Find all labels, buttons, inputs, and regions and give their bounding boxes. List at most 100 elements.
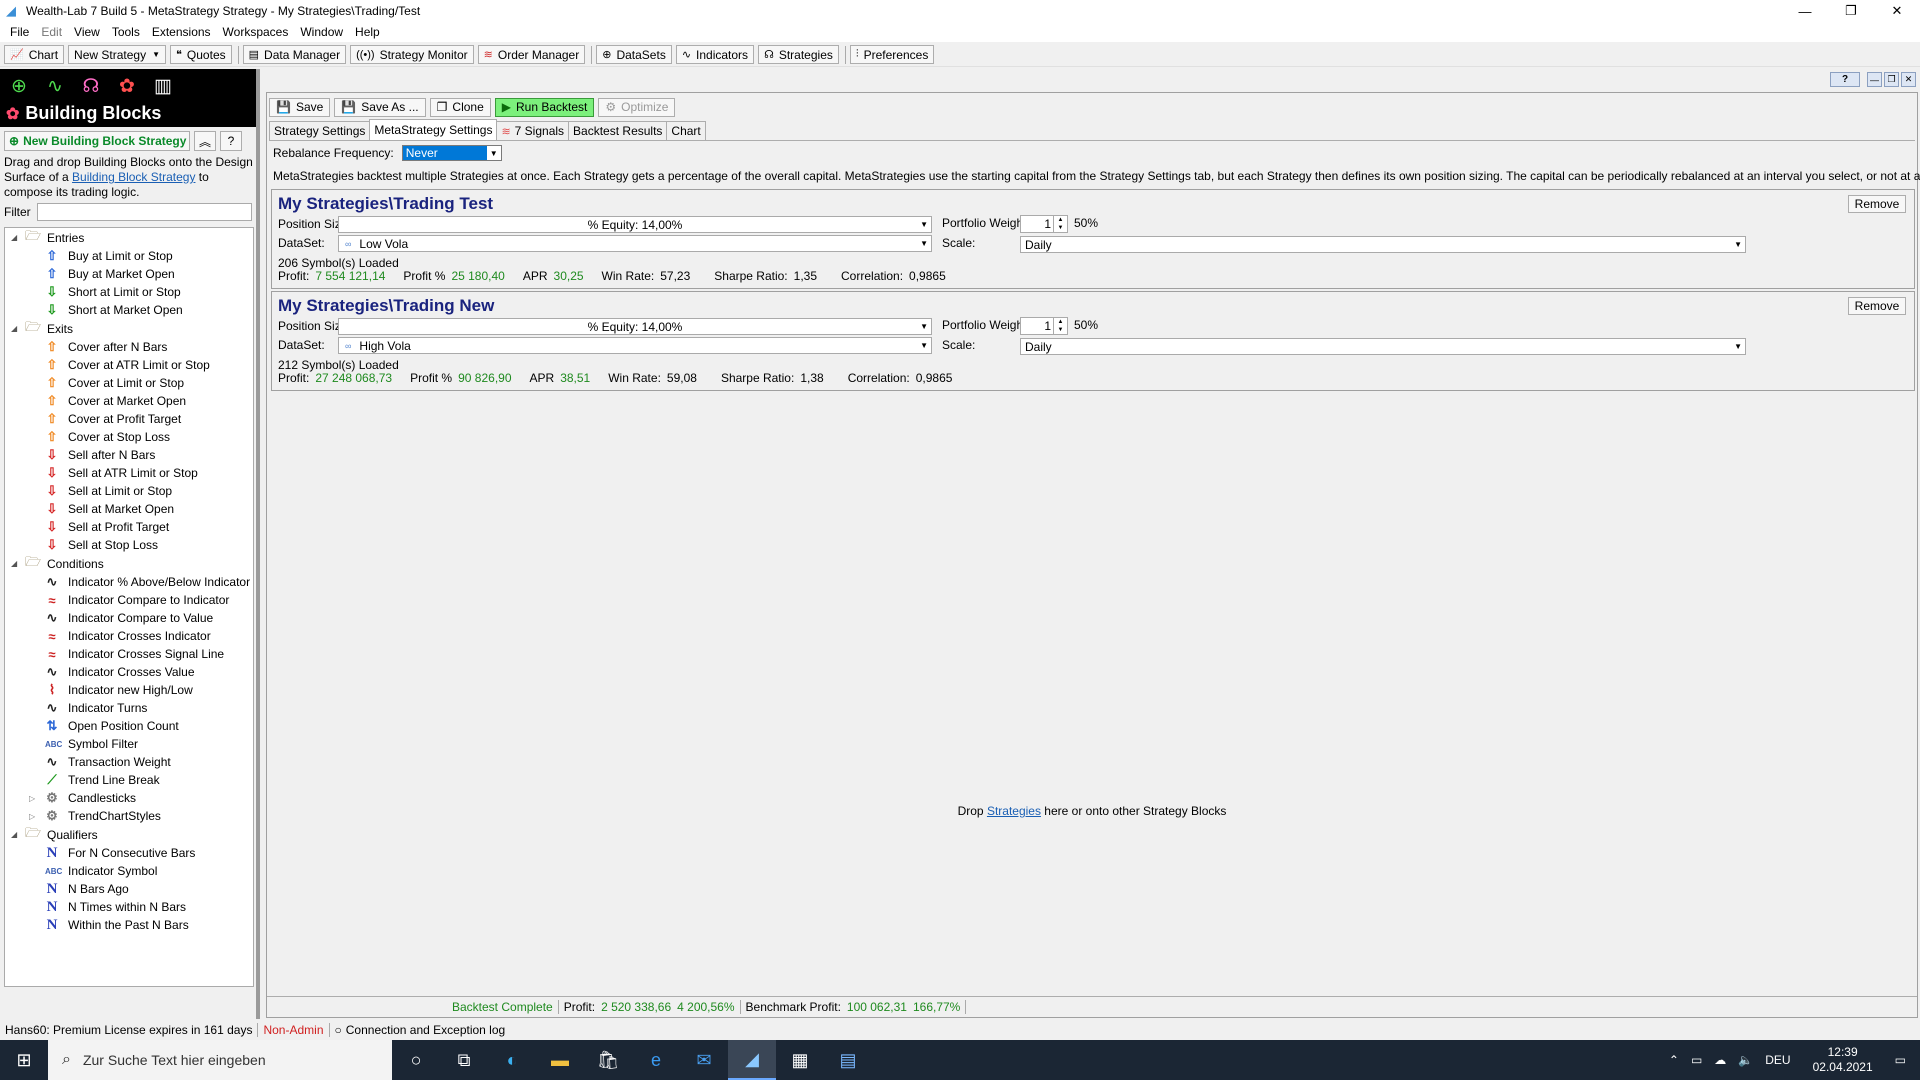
speaker-icon[interactable]: 🔈: [1738, 1053, 1753, 1067]
tree-group-exits[interactable]: ◢ 🗁 Exits: [5, 319, 253, 338]
expand-icon[interactable]: ◢: [11, 233, 17, 242]
tree-group-qualifiers[interactable]: ◢ 🗁 Qualifiers: [5, 825, 253, 844]
tree-item[interactable]: ⇩ Short at Market Open: [5, 301, 253, 319]
taskbar-search[interactable]: ⌕ Zur Suche Text hier eingeben: [48, 1040, 392, 1080]
tab-metastrategy-settings[interactable]: MetaStrategy Settings: [369, 119, 498, 140]
save-button[interactable]: 💾 Save: [269, 97, 331, 117]
tree-item[interactable]: ⇩ Sell at Market Open: [5, 500, 253, 518]
scale-select[interactable]: Daily ▼: [1020, 338, 1746, 355]
language-indicator[interactable]: DEU: [1765, 1053, 1790, 1067]
tree-item[interactable]: ⇧ Cover at Market Open: [5, 392, 253, 410]
remove-button[interactable]: Remove: [1848, 195, 1906, 213]
restore-button[interactable]: ❐: [1828, 0, 1874, 22]
tree-item[interactable]: ABC Symbol Filter: [5, 735, 253, 753]
globe-icon[interactable]: ⊕: [8, 75, 30, 98]
portfolio-weight-spinner[interactable]: 1 ▲ ▼: [1020, 317, 1068, 335]
edge-app[interactable]: ◐: [488, 1040, 536, 1080]
filter-input[interactable]: [36, 203, 252, 221]
expand-right-icon[interactable]: ▷: [29, 812, 35, 821]
preferences-button[interactable]: ⫶ Preferences: [849, 45, 935, 64]
store-app[interactable]: 🛍: [584, 1040, 632, 1080]
tree-item[interactable]: ⇩ Sell at Limit or Stop: [5, 482, 253, 500]
tree-item[interactable]: ▷ ⚙ TrendChartStyles: [5, 807, 253, 825]
save-as-button[interactable]: 💾 Save As ...: [334, 97, 426, 117]
datasets-button[interactable]: ⊕ DataSets: [596, 45, 672, 64]
explorer-app[interactable]: ▬: [536, 1040, 584, 1080]
quotes-button[interactable]: ❝ Quotes: [170, 45, 232, 64]
tree-item[interactable]: ∿ Indicator Turns: [5, 699, 253, 717]
tree-item[interactable]: ⇧ Cover after N Bars: [5, 338, 253, 356]
position-size-select[interactable]: % Equity: 14,00% ▼: [338, 318, 932, 335]
notepad-app[interactable]: ▤: [824, 1040, 872, 1080]
tree-item[interactable]: ≈ Indicator Crosses Indicator: [5, 627, 253, 645]
minimize-button[interactable]: —: [1782, 0, 1828, 22]
cloud-icon[interactable]: ☁: [1714, 1053, 1726, 1067]
mail-app[interactable]: ✉: [680, 1040, 728, 1080]
tree-item[interactable]: N For N Consecutive Bars: [5, 844, 253, 862]
expand-right-icon[interactable]: ▷: [29, 794, 35, 803]
document-help-button[interactable]: ?: [1830, 72, 1860, 87]
spinner-arrows-icon[interactable]: ▲ ▼: [1053, 216, 1067, 232]
tree-item[interactable]: ⇧ Cover at Profit Target: [5, 410, 253, 428]
menu-workspaces[interactable]: Workspaces: [217, 25, 295, 39]
strategies-button[interactable]: ☊ Strategies: [758, 45, 839, 64]
rebalance-select[interactable]: Never ▼: [401, 145, 502, 161]
tree-item[interactable]: ⟋ Trend Line Break: [5, 771, 253, 789]
tree-item[interactable]: ⇩ Sell at Profit Target: [5, 518, 253, 536]
strategy-block[interactable]: My Strategies\Trading New Remove Positio…: [271, 291, 1915, 391]
tree-item[interactable]: ⇧ Buy at Limit or Stop: [5, 247, 253, 265]
scale-select[interactable]: Daily ▼: [1020, 236, 1746, 253]
tree-item[interactable]: NN Bars Ago: [5, 880, 253, 898]
remove-button[interactable]: Remove: [1848, 297, 1906, 315]
tree-item[interactable]: ⇅ Open Position Count: [5, 717, 253, 735]
tab-chart[interactable]: Chart: [666, 121, 706, 140]
expand-icon[interactable]: ◢: [11, 830, 17, 839]
tree-item[interactable]: ABC Indicator Symbol: [5, 862, 253, 880]
menu-tools[interactable]: Tools: [106, 25, 146, 39]
tab-backtest-results[interactable]: Backtest Results: [568, 121, 668, 140]
calculator-app[interactable]: ▦: [776, 1040, 824, 1080]
chevron-up-icon[interactable]: ⌃: [1669, 1053, 1679, 1067]
tree-item[interactable]: NN Times within N Bars: [5, 898, 253, 916]
menu-view[interactable]: View: [68, 25, 106, 39]
tree-item[interactable]: ⇧ Cover at Stop Loss: [5, 428, 253, 446]
indicator-wave-icon[interactable]: ∿: [44, 75, 66, 98]
clone-button[interactable]: ❐ Clone: [429, 97, 491, 117]
tree-item[interactable]: ∿ Indicator Compare to Value: [5, 609, 253, 627]
task-view-button[interactable]: ⧉: [440, 1040, 488, 1080]
tab-signals[interactable]: ≋ 7 Signals: [496, 121, 570, 140]
position-size-select[interactable]: % Equity: 14,00% ▼: [338, 216, 932, 233]
tree-item[interactable]: ∿ Indicator Crosses Value: [5, 663, 253, 681]
portfolio-weight-spinner[interactable]: 1 ▲ ▼: [1020, 215, 1068, 233]
strategy-monitor-button[interactable]: ((•)) Strategy Monitor: [350, 45, 474, 64]
dataset-select[interactable]: ∞ High Vola ▼: [338, 337, 932, 354]
collapse-all-button[interactable]: ︽: [194, 131, 216, 151]
close-button[interactable]: ✕: [1874, 0, 1920, 22]
tree-group-conditions[interactable]: ◢ 🗁 Conditions: [5, 554, 253, 573]
tree-item[interactable]: ∿ Indicator % Above/Below Indicator: [5, 573, 253, 591]
expand-icon[interactable]: ◢: [11, 559, 17, 568]
tree-item[interactable]: ⇧ Cover at ATR Limit or Stop: [5, 356, 253, 374]
chart-button[interactable]: 📈 Chart: [4, 45, 65, 64]
new-strategy-button[interactable]: New Strategy ▼: [68, 45, 166, 64]
menu-extensions[interactable]: Extensions: [146, 25, 217, 39]
tree-item[interactable]: ⇩ Sell at Stop Loss: [5, 536, 253, 554]
menu-file[interactable]: File: [4, 25, 35, 39]
dataset-select[interactable]: ∞ Low Vola ▼: [338, 235, 932, 252]
tree-item[interactable]: ▷ ⚙ Candlesticks: [5, 789, 253, 807]
ie-app[interactable]: e: [632, 1040, 680, 1080]
network-icon[interactable]: ▭: [1691, 1053, 1702, 1067]
spinner-arrows-icon[interactable]: ▲ ▼: [1053, 318, 1067, 334]
order-manager-button[interactable]: ≋ Order Manager: [477, 45, 586, 64]
strategy-block[interactable]: My Strategies\Trading Test Remove Positi…: [271, 189, 1915, 289]
tree-item[interactable]: ⇩ Sell after N Bars: [5, 446, 253, 464]
tree-item[interactable]: ≈ Indicator Crosses Signal Line: [5, 645, 253, 663]
menu-help[interactable]: Help: [349, 25, 386, 39]
tree-item[interactable]: ∿ Transaction Weight: [5, 753, 253, 771]
tree-item[interactable]: ⌇ Indicator new High/Low: [5, 681, 253, 699]
doc-close-icon[interactable]: ✕: [1901, 72, 1916, 87]
doc-minimize-icon[interactable]: —: [1867, 72, 1882, 87]
tree-item[interactable]: ⇧ Cover at Limit or Stop: [5, 374, 253, 392]
menu-edit[interactable]: Edit: [35, 25, 68, 39]
tree-item[interactable]: ⇩ Short at Limit or Stop: [5, 283, 253, 301]
